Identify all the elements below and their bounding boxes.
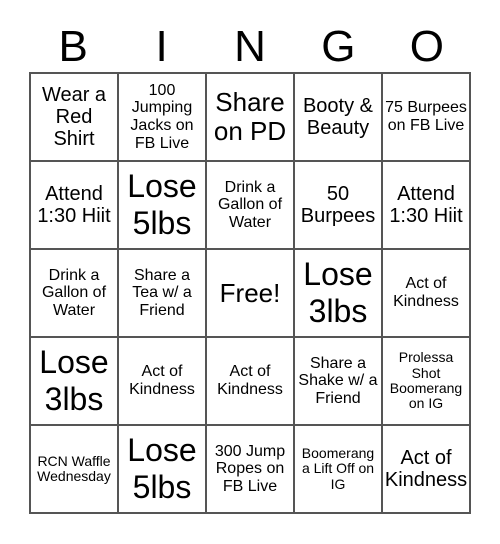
bingo-cell[interactable]: Wear a Red Shirt xyxy=(30,73,118,161)
header-letter-g: G xyxy=(321,22,356,71)
bingo-cell[interactable]: Share on PD xyxy=(206,73,294,161)
bingo-cell[interactable]: 100 Jumping Jacks on FB Live xyxy=(118,73,206,161)
bingo-header: B I N G O xyxy=(29,22,471,72)
header-letter-b: B xyxy=(58,22,88,71)
bingo-cell[interactable]: Lose 5lbs xyxy=(118,161,206,249)
header-letter-i: I xyxy=(155,22,168,71)
bingo-cell[interactable]: Act of Kindness xyxy=(206,337,294,425)
bingo-cell[interactable]: Lose 3lbs xyxy=(30,337,118,425)
bingo-cell[interactable]: Share a Tea w/ a Friend xyxy=(118,249,206,337)
bingo-cell[interactable]: Lose 3lbs xyxy=(294,249,382,337)
bingo-cell[interactable]: Lose 5lbs xyxy=(118,425,206,513)
bingo-cell[interactable]: Act of Kindness xyxy=(118,337,206,425)
bingo-cell[interactable]: Drink a Gallon of Water xyxy=(206,161,294,249)
bingo-cell[interactable]: Prolessa Shot Boomerang on IG xyxy=(382,337,470,425)
bingo-cell[interactable]: Booty & Beauty xyxy=(294,73,382,161)
bingo-grid: Wear a Red Shirt 100 Jumping Jacks on FB … xyxy=(29,72,471,514)
bingo-cell[interactable]: Attend 1:30 Hiit xyxy=(30,161,118,249)
bingo-cell[interactable]: Act of Kindness xyxy=(382,425,470,513)
header-letter-n: N xyxy=(234,22,266,71)
bingo-cell[interactable]: Attend 1:30 Hiit xyxy=(382,161,470,249)
bingo-cell[interactable]: 300 Jump Ropes on FB Live xyxy=(206,425,294,513)
header-letter-o: O xyxy=(409,22,444,71)
bingo-cell[interactable]: Free! xyxy=(206,249,294,337)
bingo-cell[interactable]: Act of Kindness xyxy=(382,249,470,337)
bingo-cell[interactable]: Boomerang a Lift Off on IG xyxy=(294,425,382,513)
bingo-cell[interactable]: Drink a Gallon of Water xyxy=(30,249,118,337)
bingo-cell[interactable]: RCN Waffle Wednesday xyxy=(30,425,118,513)
bingo-cell[interactable]: 75 Burpees on FB Live xyxy=(382,73,470,161)
bingo-cell[interactable]: 50 Burpees xyxy=(294,161,382,249)
bingo-cell[interactable]: Share a Shake w/ a Friend xyxy=(294,337,382,425)
